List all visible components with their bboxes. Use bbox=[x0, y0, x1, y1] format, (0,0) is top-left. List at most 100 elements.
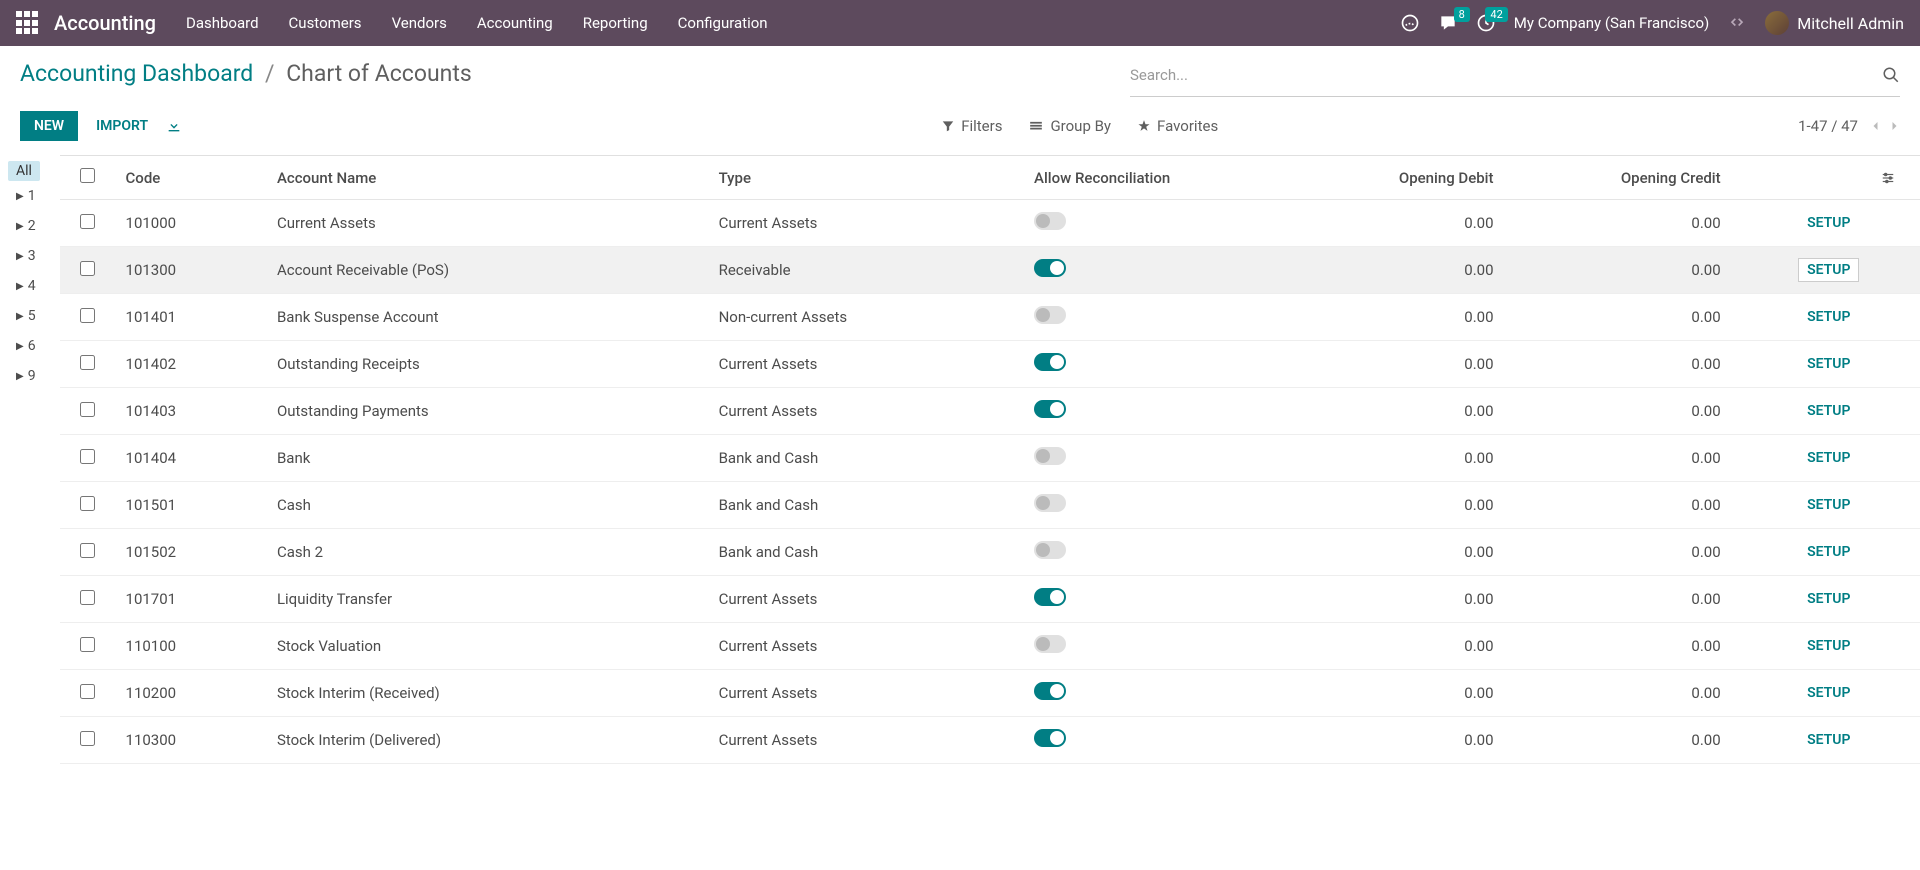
setup-button[interactable]: SETUP bbox=[1798, 728, 1859, 752]
row-checkbox[interactable] bbox=[80, 543, 95, 558]
cell-debit[interactable]: 0.00 bbox=[1276, 482, 1503, 529]
cell-type[interactable]: Non-current Assets bbox=[709, 294, 1024, 341]
reconciliation-toggle[interactable] bbox=[1034, 682, 1066, 700]
breadcrumb-parent[interactable]: Accounting Dashboard bbox=[20, 60, 253, 87]
cell-name[interactable]: Cash bbox=[267, 482, 709, 529]
nav-customers[interactable]: Customers bbox=[289, 14, 362, 32]
table-row[interactable]: 101000Current AssetsCurrent Assets0.000.… bbox=[60, 200, 1920, 247]
pager-range[interactable]: 1-47 / 47 bbox=[1798, 117, 1858, 135]
row-checkbox[interactable] bbox=[80, 449, 95, 464]
cell-name[interactable]: Stock Interim (Received) bbox=[267, 670, 709, 717]
cell-credit[interactable]: 0.00 bbox=[1504, 435, 1731, 482]
reconciliation-toggle[interactable] bbox=[1034, 588, 1066, 606]
cell-type[interactable]: Bank and Cash bbox=[709, 529, 1024, 576]
cell-code[interactable]: 110100 bbox=[116, 623, 267, 670]
cell-name[interactable]: Cash 2 bbox=[267, 529, 709, 576]
cell-credit[interactable]: 0.00 bbox=[1504, 482, 1731, 529]
row-checkbox[interactable] bbox=[80, 731, 95, 746]
setup-button[interactable]: SETUP bbox=[1798, 211, 1859, 235]
cell-name[interactable]: Bank bbox=[267, 435, 709, 482]
setup-button[interactable]: SETUP bbox=[1798, 399, 1859, 423]
table-row[interactable]: 101502Cash 2Bank and Cash0.000.00SETUP bbox=[60, 529, 1920, 576]
cell-debit[interactable]: 0.00 bbox=[1276, 247, 1503, 294]
filters-button[interactable]: Filters bbox=[941, 117, 1002, 135]
app-brand[interactable]: Accounting bbox=[54, 11, 156, 35]
cell-type[interactable]: Receivable bbox=[709, 247, 1024, 294]
row-checkbox[interactable] bbox=[80, 496, 95, 511]
table-row[interactable]: 101701Liquidity TransferCurrent Assets0.… bbox=[60, 576, 1920, 623]
row-checkbox[interactable] bbox=[80, 684, 95, 699]
reconciliation-toggle[interactable] bbox=[1034, 447, 1066, 465]
setup-button[interactable]: SETUP bbox=[1798, 587, 1859, 611]
row-checkbox[interactable] bbox=[80, 308, 95, 323]
setup-button[interactable]: SETUP bbox=[1798, 493, 1859, 517]
cell-credit[interactable]: 0.00 bbox=[1504, 717, 1731, 764]
reconciliation-toggle[interactable] bbox=[1034, 212, 1066, 230]
cell-name[interactable]: Bank Suspense Account bbox=[267, 294, 709, 341]
table-row[interactable]: 101501CashBank and Cash0.000.00SETUP bbox=[60, 482, 1920, 529]
messages-icon[interactable]: 8 bbox=[1438, 13, 1458, 33]
cell-credit[interactable]: 0.00 bbox=[1504, 529, 1731, 576]
cell-code[interactable]: 101501 bbox=[116, 482, 267, 529]
setup-button[interactable]: SETUP bbox=[1798, 681, 1859, 705]
cell-credit[interactable]: 0.00 bbox=[1504, 623, 1731, 670]
cell-credit[interactable]: 0.00 bbox=[1504, 388, 1731, 435]
header-code[interactable]: Code bbox=[116, 156, 267, 200]
sidebar-item-4[interactable]: ▶4 bbox=[8, 271, 52, 301]
nav-reporting[interactable]: Reporting bbox=[583, 14, 648, 32]
row-checkbox[interactable] bbox=[80, 261, 95, 276]
cell-code[interactable]: 110300 bbox=[116, 717, 267, 764]
row-checkbox[interactable] bbox=[80, 402, 95, 417]
cell-credit[interactable]: 0.00 bbox=[1504, 576, 1731, 623]
new-button[interactable]: NEW bbox=[20, 111, 78, 141]
setup-button[interactable]: SETUP bbox=[1798, 305, 1859, 329]
favorites-button[interactable]: Favorites bbox=[1137, 117, 1218, 135]
cell-credit[interactable]: 0.00 bbox=[1504, 670, 1731, 717]
reconciliation-toggle[interactable] bbox=[1034, 400, 1066, 418]
activities-icon[interactable]: 42 bbox=[1476, 13, 1496, 33]
cell-name[interactable]: Account Receivable (PoS) bbox=[267, 247, 709, 294]
cell-code[interactable]: 110200 bbox=[116, 670, 267, 717]
table-row[interactable]: 110100Stock ValuationCurrent Assets0.000… bbox=[60, 623, 1920, 670]
reconciliation-toggle[interactable] bbox=[1034, 306, 1066, 324]
cell-debit[interactable]: 0.00 bbox=[1276, 623, 1503, 670]
cell-credit[interactable]: 0.00 bbox=[1504, 200, 1731, 247]
reconciliation-toggle[interactable] bbox=[1034, 259, 1066, 277]
cell-type[interactable]: Current Assets bbox=[709, 200, 1024, 247]
cell-type[interactable]: Bank and Cash bbox=[709, 435, 1024, 482]
cell-debit[interactable]: 0.00 bbox=[1276, 341, 1503, 388]
select-all-checkbox[interactable] bbox=[80, 168, 95, 183]
table-row[interactable]: 101401Bank Suspense AccountNon-current A… bbox=[60, 294, 1920, 341]
nav-accounting[interactable]: Accounting bbox=[477, 14, 553, 32]
header-type[interactable]: Type bbox=[709, 156, 1024, 200]
groupby-button[interactable]: Group By bbox=[1028, 117, 1111, 135]
table-row[interactable]: 110300Stock Interim (Delivered)Current A… bbox=[60, 717, 1920, 764]
setup-button[interactable]: SETUP bbox=[1798, 540, 1859, 564]
cell-debit[interactable]: 0.00 bbox=[1276, 200, 1503, 247]
row-checkbox[interactable] bbox=[80, 637, 95, 652]
cell-debit[interactable]: 0.00 bbox=[1276, 576, 1503, 623]
cell-code[interactable]: 101000 bbox=[116, 200, 267, 247]
reconciliation-toggle[interactable] bbox=[1034, 494, 1066, 512]
table-row[interactable]: 101404BankBank and Cash0.000.00SETUP bbox=[60, 435, 1920, 482]
header-reconciliation[interactable]: Allow Reconciliation bbox=[1024, 156, 1276, 200]
reconciliation-toggle[interactable] bbox=[1034, 729, 1066, 747]
cell-code[interactable]: 101300 bbox=[116, 247, 267, 294]
setup-button[interactable]: SETUP bbox=[1798, 446, 1859, 470]
cell-type[interactable]: Current Assets bbox=[709, 717, 1024, 764]
support-icon[interactable] bbox=[1400, 13, 1420, 33]
import-button[interactable]: IMPORT bbox=[96, 118, 148, 134]
user-menu[interactable]: Mitchell Admin bbox=[1765, 11, 1904, 35]
sidebar-item-3[interactable]: ▶3 bbox=[8, 241, 52, 271]
sidebar-item-1[interactable]: ▶1 bbox=[8, 181, 52, 211]
table-row[interactable]: 101403Outstanding PaymentsCurrent Assets… bbox=[60, 388, 1920, 435]
cell-name[interactable]: Current Assets bbox=[267, 200, 709, 247]
debug-icon[interactable] bbox=[1727, 13, 1747, 33]
header-name[interactable]: Account Name bbox=[267, 156, 709, 200]
cell-debit[interactable]: 0.00 bbox=[1276, 388, 1503, 435]
cell-code[interactable]: 101404 bbox=[116, 435, 267, 482]
setup-button[interactable]: SETUP bbox=[1798, 352, 1859, 376]
setup-button[interactable]: SETUP bbox=[1798, 634, 1859, 658]
cell-name[interactable]: Stock Interim (Delivered) bbox=[267, 717, 709, 764]
cell-debit[interactable]: 0.00 bbox=[1276, 717, 1503, 764]
